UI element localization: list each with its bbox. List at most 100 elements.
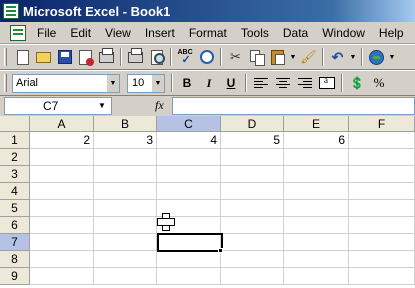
align-left-button[interactable] <box>250 73 272 94</box>
percent-button[interactable]: % <box>368 73 390 94</box>
cell-c8[interactable] <box>157 251 221 268</box>
open-button[interactable] <box>33 47 54 68</box>
cell-e4[interactable] <box>284 183 349 200</box>
currency-button[interactable]: 💲 <box>346 73 368 94</box>
permission-button[interactable] <box>75 47 96 68</box>
cell-a1[interactable]: 2 <box>30 132 94 149</box>
paste-button[interactable] <box>267 47 288 68</box>
menu-insert[interactable]: Insert <box>138 24 182 42</box>
bold-button[interactable]: B <box>176 73 198 94</box>
row-header-9[interactable]: 9 <box>0 268 30 285</box>
row-header-5[interactable]: 5 <box>0 200 30 217</box>
row-header-3[interactable]: 3 <box>0 166 30 183</box>
cell-a2[interactable] <box>30 149 94 166</box>
row-header-4[interactable]: 4 <box>0 183 30 200</box>
workbook-icon[interactable] <box>10 24 26 41</box>
undo-dropdown-arrow[interactable]: ▼ <box>348 47 358 68</box>
cell-e6[interactable] <box>284 217 349 234</box>
toolbar-grip[interactable] <box>4 48 7 66</box>
cell-f7[interactable] <box>349 234 415 251</box>
row-header-2[interactable]: 2 <box>0 149 30 166</box>
cell-d8[interactable] <box>221 251 284 268</box>
cell-c2[interactable] <box>157 149 221 166</box>
cell-e1[interactable]: 6 <box>284 132 349 149</box>
paste-dropdown-arrow[interactable]: ▼ <box>288 47 298 68</box>
chevron-down-icon[interactable]: ▼ <box>152 74 164 92</box>
fill-handle[interactable] <box>218 248 223 253</box>
chevron-down-icon[interactable]: ▼ <box>107 74 119 92</box>
cell-b5[interactable] <box>94 200 157 217</box>
cell-e2[interactable] <box>284 149 349 166</box>
menu-format[interactable]: Format <box>182 24 234 42</box>
chevron-down-icon[interactable]: ▼ <box>98 101 106 110</box>
underline-button[interactable]: U <box>220 73 242 94</box>
menu-view[interactable]: View <box>98 24 138 42</box>
menu-edit[interactable]: Edit <box>63 24 98 42</box>
cell-c1[interactable]: 4 <box>157 132 221 149</box>
cell-a4[interactable] <box>30 183 94 200</box>
cell-d4[interactable] <box>221 183 284 200</box>
cell-d3[interactable] <box>221 166 284 183</box>
spelling-button[interactable]: ABC <box>175 47 196 68</box>
toolbar-grip[interactable] <box>4 74 7 92</box>
print-preview-button[interactable] <box>146 47 167 68</box>
format-painter-button[interactable]: 🖌 <box>298 47 319 68</box>
column-header-b[interactable]: B <box>94 116 157 132</box>
save-button[interactable] <box>54 47 75 68</box>
cell-b4[interactable] <box>94 183 157 200</box>
font-name-select[interactable]: Arial ▼ <box>12 73 120 93</box>
cell-f2[interactable] <box>349 149 415 166</box>
menu-help[interactable]: Help <box>372 24 411 42</box>
cell-d7[interactable] <box>221 234 284 251</box>
column-header-d[interactable]: D <box>221 116 284 132</box>
row-header-6[interactable]: 6 <box>0 217 30 234</box>
cell-e7[interactable] <box>284 234 349 251</box>
cell-e3[interactable] <box>284 166 349 183</box>
new-button[interactable] <box>12 47 33 68</box>
menu-data[interactable]: Data <box>276 24 315 42</box>
formula-input[interactable] <box>172 97 415 115</box>
research-button[interactable] <box>196 47 217 68</box>
menu-file[interactable]: File <box>30 24 63 42</box>
column-header-f[interactable]: F <box>349 116 415 132</box>
cell-a8[interactable] <box>30 251 94 268</box>
column-header-c[interactable]: C <box>157 116 221 132</box>
undo-button[interactable]: ↶ <box>327 47 348 68</box>
cell-c3[interactable] <box>157 166 221 183</box>
align-center-button[interactable] <box>272 73 294 94</box>
cell-b3[interactable] <box>94 166 157 183</box>
insert-function-button[interactable]: fx <box>155 98 164 113</box>
cut-button[interactable]: ✂ <box>225 47 246 68</box>
name-box[interactable]: C7 <box>4 97 112 115</box>
cell-b6[interactable] <box>94 217 157 234</box>
align-right-button[interactable] <box>294 73 316 94</box>
cell-b7[interactable] <box>94 234 157 251</box>
merge-center-button[interactable] <box>316 73 338 94</box>
cell-f4[interactable] <box>349 183 415 200</box>
select-all-corner[interactable] <box>0 116 30 132</box>
cell-a7[interactable] <box>30 234 94 251</box>
cell-a6[interactable] <box>30 217 94 234</box>
worksheet-grid[interactable]: A B C D E F 1 2 3 4 5 6 7 8 9 23456 <box>0 116 415 288</box>
copy-button[interactable] <box>246 47 267 68</box>
print-button[interactable] <box>125 47 146 68</box>
help-dropdown-arrow[interactable]: ▼ <box>387 47 397 68</box>
row-header-7[interactable]: 7 <box>0 234 30 251</box>
row-header-1[interactable]: 1 <box>0 132 30 149</box>
cell-f6[interactable] <box>349 217 415 234</box>
cell-f1[interactable] <box>349 132 415 149</box>
cell-d6[interactable] <box>221 217 284 234</box>
cell-b1[interactable]: 3 <box>94 132 157 149</box>
cell-f3[interactable] <box>349 166 415 183</box>
cell-f8[interactable] <box>349 251 415 268</box>
column-header-e[interactable]: E <box>284 116 349 132</box>
cell-f9[interactable] <box>349 268 415 285</box>
cell-e8[interactable] <box>284 251 349 268</box>
cell-b8[interactable] <box>94 251 157 268</box>
excel-icon[interactable] <box>3 3 19 19</box>
cell-d1[interactable]: 5 <box>221 132 284 149</box>
cell-c9[interactable] <box>157 268 221 285</box>
row-header-8[interactable]: 8 <box>0 251 30 268</box>
cell-d9[interactable] <box>221 268 284 285</box>
cell-c4[interactable] <box>157 183 221 200</box>
